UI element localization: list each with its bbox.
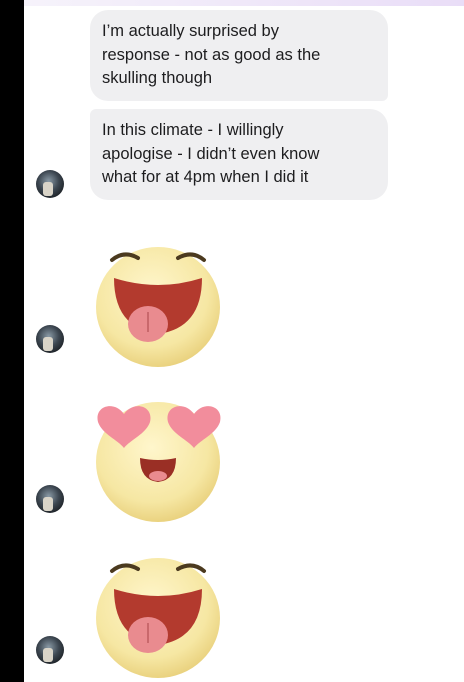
message-text-line: In this climate - I willingly [102,121,284,139]
tongue-out-emoji-icon[interactable] [90,543,230,682]
sender-avatar[interactable] [36,325,64,353]
sender-avatar[interactable] [36,170,64,198]
message-text-line: I’m actually surprised by [102,22,279,40]
sender-avatar[interactable] [36,636,64,664]
message-bubble[interactable]: I’m actually surprised by response - not… [90,10,388,101]
message-text-line: apologise - I didn’t even know [102,144,320,163]
sender-avatar[interactable] [36,485,64,513]
top-bar-strip [24,0,464,6]
chat-screen: I’m actually surprised by response - not… [24,0,464,682]
heart-eyes-emoji-icon[interactable] [90,392,230,532]
message-text-line: what for at 4pm when I did it [102,168,309,186]
message-bubble[interactable]: In this climate - I willingly apologise … [90,109,388,200]
message-text-line: skulling though [102,69,213,87]
message-text-line: response - not as good as the [102,45,321,64]
tongue-out-emoji-icon[interactable] [90,232,230,372]
